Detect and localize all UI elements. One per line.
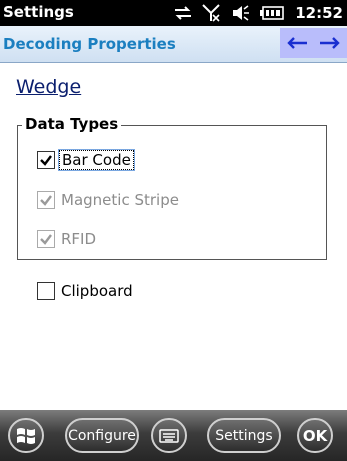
wedge-link[interactable]: Wedge xyxy=(16,76,81,98)
status-icons: 12:52 xyxy=(173,2,343,24)
start-button[interactable] xyxy=(8,418,44,453)
battery-icon[interactable] xyxy=(260,6,285,20)
magnetic-stripe-label[interactable]: Magnetic Stripe xyxy=(61,191,179,209)
rfid-option[interactable]: RFID xyxy=(37,230,96,248)
clipboard-option[interactable]: Clipboard xyxy=(37,282,133,300)
right-arrow-icon[interactable] xyxy=(318,32,342,54)
rfid-label[interactable]: RFID xyxy=(61,230,96,248)
clipboard-checkbox[interactable] xyxy=(37,282,55,300)
nav-arrows xyxy=(280,28,347,58)
sync-icon[interactable] xyxy=(173,5,193,21)
group-title: Data Types xyxy=(22,115,122,133)
magnetic-stripe-checkbox[interactable] xyxy=(37,191,55,209)
left-arrow-icon[interactable] xyxy=(285,32,309,54)
settings-button[interactable]: Settings xyxy=(207,418,281,453)
bar-code-label[interactable]: Bar Code xyxy=(58,149,135,171)
clipboard-label[interactable]: Clipboard xyxy=(61,282,133,300)
status-app-title[interactable]: Settings xyxy=(3,3,74,21)
page-title: Decoding Properties xyxy=(3,35,176,53)
checkmark-icon xyxy=(40,234,52,245)
bar-code-checkbox[interactable] xyxy=(37,151,55,169)
page-header: Decoding Properties xyxy=(0,26,347,63)
keyboard-icon xyxy=(159,428,179,443)
configure-button[interactable]: Configure xyxy=(65,418,139,453)
ok-button[interactable]: OK xyxy=(297,418,333,453)
clock[interactable]: 12:52 xyxy=(295,4,343,22)
checkmark-icon xyxy=(40,195,52,206)
status-bar: Settings 12:52 xyxy=(0,0,347,26)
magnetic-stripe-option[interactable]: Magnetic Stripe xyxy=(37,191,179,209)
soft-key-bar: Configure Settings OK xyxy=(0,410,347,461)
windows-start-icon xyxy=(17,427,35,444)
bar-code-option[interactable]: Bar Code xyxy=(37,149,135,171)
checkmark-icon xyxy=(40,155,52,166)
keyboard-button[interactable] xyxy=(151,418,187,453)
volume-icon[interactable] xyxy=(231,5,251,21)
rfid-checkbox[interactable] xyxy=(37,230,55,248)
no-signal-icon[interactable] xyxy=(202,4,222,22)
